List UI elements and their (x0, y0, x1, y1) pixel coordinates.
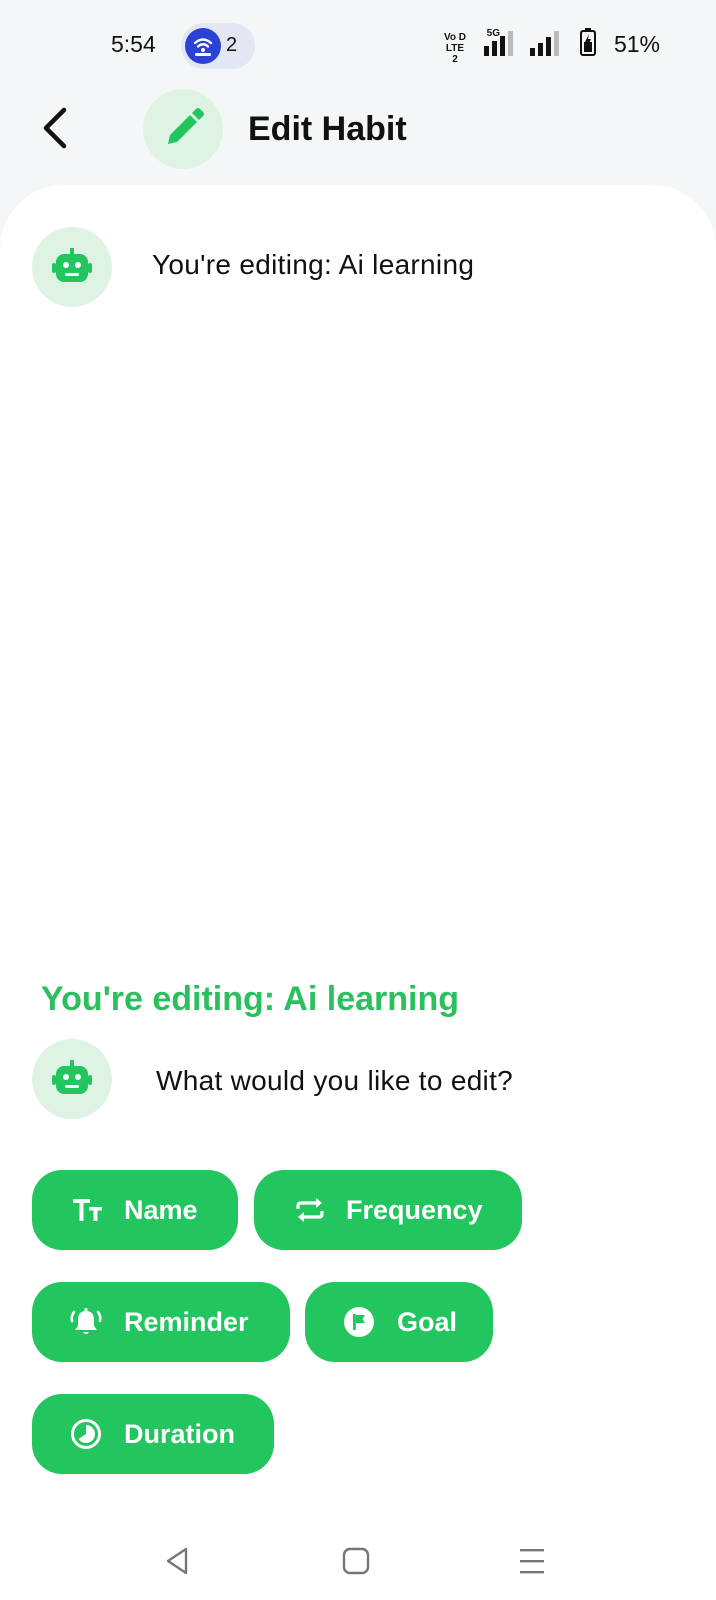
chat-card: You're editing: Ai learning You're editi… (0, 185, 716, 1600)
nav-back-button[interactable] (158, 1543, 198, 1579)
repeat-icon (296, 1198, 324, 1222)
robot-icon (52, 248, 92, 282)
edit-frequency-button[interactable]: Frequency (254, 1170, 522, 1250)
app-header: Edit Habit (0, 88, 716, 188)
bot-message-intro: You're editing: Ai learning (152, 249, 475, 280)
bot-question: What would you like to edit? (156, 1065, 514, 1096)
edit-frequency-label: Frequency (346, 1195, 483, 1225)
hotspot-icon (185, 28, 221, 64)
edit-reminder-button[interactable]: Reminder (32, 1282, 290, 1362)
status-bar: 5:54 2 Vo D LTE 2 5G 51% (0, 0, 716, 90)
header-avatar (143, 89, 223, 169)
nav-home-button[interactable] (336, 1543, 376, 1579)
back-button[interactable] (36, 104, 76, 152)
edit-goal-label: Goal (397, 1307, 458, 1337)
chevron-left-icon (43, 107, 67, 149)
nav-recents-button[interactable] (512, 1543, 552, 1579)
triangle-back-icon (166, 1547, 188, 1575)
system-nav-bar (0, 1515, 716, 1600)
signal-icon-2 (530, 31, 559, 56)
flag-circle-icon (344, 1307, 374, 1337)
edit-reminder-label: Reminder (124, 1307, 249, 1337)
square-home-icon (342, 1547, 370, 1575)
edit-name-label: Name (124, 1195, 198, 1225)
battery-level: 51% (613, 31, 660, 57)
page-title: Edit Habit (248, 110, 407, 148)
bot-avatar-2 (32, 1039, 112, 1119)
signal-icon (484, 31, 513, 56)
edit-duration-label: Duration (124, 1419, 235, 1449)
battery-icon (580, 28, 596, 56)
edit-duration-button[interactable]: Duration (32, 1394, 274, 1474)
text-size-icon (73, 1199, 102, 1221)
bell-ring-icon (70, 1308, 102, 1334)
notification-pill[interactable]: 2 (181, 23, 255, 69)
bot-avatar (32, 227, 112, 307)
section-title: You're editing: Ai learning (41, 980, 459, 1018)
robot-icon (52, 1060, 92, 1094)
edit-name-button[interactable]: Name (32, 1170, 238, 1250)
status-time: 5:54 (111, 31, 156, 57)
clock-circle-icon (71, 1419, 101, 1449)
status-icons: Vo D LTE 2 5G 51% (400, 28, 660, 65)
menu-lines-icon (520, 1549, 544, 1574)
notification-count: 2 (226, 34, 238, 56)
volte-label: Vo D LTE 2 (443, 32, 467, 65)
edit-goal-button[interactable]: Goal (305, 1282, 493, 1362)
pencil-icon (168, 108, 204, 144)
